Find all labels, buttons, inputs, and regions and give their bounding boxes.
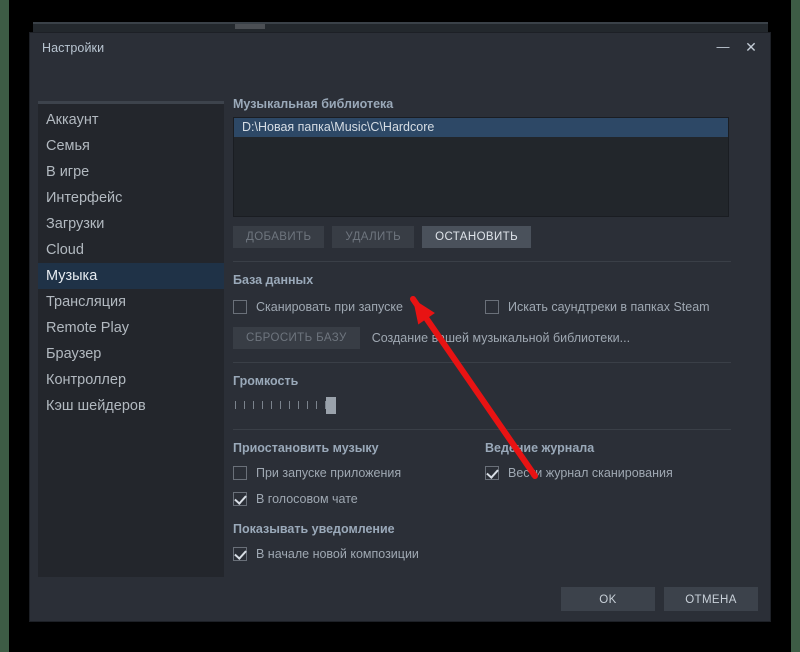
logging-section: Ведение журнала Вести журнал сканировани… bbox=[485, 441, 731, 511]
sidebar-item-в-игре[interactable]: В игре bbox=[38, 159, 224, 185]
checkbox-label: В голосовом чате bbox=[256, 492, 358, 506]
checkbox-box[interactable] bbox=[485, 466, 499, 480]
volume-slider-thumb[interactable] bbox=[326, 397, 336, 414]
background-window-tab bbox=[235, 24, 265, 29]
music-library-button-row: ДОБАВИТЬ УДАЛИТЬ ОСТАНОВИТЬ bbox=[233, 226, 762, 248]
checkbox-label: Искать саундтреки в папках Steam bbox=[508, 300, 710, 314]
checkbox-box[interactable] bbox=[233, 300, 247, 314]
database-reset-row: СБРОСИТЬ БАЗУ Создание вашей музыкальной… bbox=[233, 327, 762, 349]
sidebar-item-кэш-шейдеров[interactable]: Кэш шейдеров bbox=[38, 393, 224, 419]
database-col-left: Сканировать при запуске bbox=[233, 293, 485, 319]
dialog-footer: OK ОТМЕНА bbox=[30, 577, 770, 621]
cancel-button[interactable]: ОТМЕНА bbox=[664, 587, 758, 611]
music-library-path-row[interactable]: D:\Новая папка\Music\C\Hardcore bbox=[234, 118, 728, 137]
dialog-body: Аккаунт Семья В игре Интерфейс Загрузки Cloud… bbox=[30, 65, 770, 621]
checkbox-box[interactable] bbox=[233, 492, 247, 506]
divider-2 bbox=[233, 362, 731, 363]
database-section: База данных Сканировать при запуске Иска… bbox=[233, 273, 762, 349]
database-status-text: Создание вашей музыкальной библиотеки... bbox=[371, 331, 631, 345]
sidebar-item-cloud[interactable]: Cloud bbox=[38, 237, 224, 263]
logging-heading: Ведение журнала bbox=[485, 441, 595, 455]
checkbox-box[interactable] bbox=[233, 466, 247, 480]
checkbox-pause-option[interactable]: В голосовом чате bbox=[233, 487, 485, 511]
pause-music-options: При запуске приложения В голосовом чате bbox=[233, 461, 485, 511]
checkbox-pause-option[interactable]: При запуске приложения bbox=[233, 461, 485, 485]
volume-heading: Громкость bbox=[233, 374, 299, 388]
checkbox-label: При запуске приложения bbox=[256, 466, 402, 480]
music-library-listbox[interactable]: D:\Новая папка\Music\C\Hardcore bbox=[233, 117, 729, 217]
divider-3 bbox=[233, 429, 731, 430]
checkbox-box[interactable] bbox=[233, 547, 247, 561]
checkbox-scan-on-start[interactable]: Сканировать при запуске bbox=[233, 295, 485, 319]
close-icon[interactable]: ✕ bbox=[742, 38, 760, 56]
sidebar-item-музыка[interactable]: Музыка bbox=[38, 263, 224, 289]
music-library-удалить-button[interactable]: УДАЛИТЬ bbox=[332, 226, 415, 248]
logging-options: Вести журнал сканирования bbox=[485, 461, 731, 485]
checkbox-logging-option[interactable]: Вести журнал сканирования bbox=[485, 461, 731, 485]
pause-music-heading: Приостановить музыку bbox=[233, 441, 379, 455]
sidebar-item-контроллер[interactable]: Контроллер bbox=[38, 367, 224, 393]
minimize-icon[interactable]: — bbox=[714, 38, 732, 56]
footer-button-row: OK ОТМЕНА bbox=[561, 587, 758, 611]
sidebar-item-трансляция[interactable]: Трансляция bbox=[38, 289, 224, 315]
volume-tick bbox=[280, 401, 281, 409]
volume-tick bbox=[253, 401, 254, 409]
checkbox-search-steam-folders[interactable]: Искать саундтреки в папках Steam bbox=[485, 295, 731, 319]
music-library-добавить-button[interactable]: ДОБАВИТЬ bbox=[233, 226, 325, 248]
settings-dialog: Настройки — ✕ Аккаунт Семья В игре Интерфей… bbox=[30, 33, 770, 621]
notification-heading: Показывать уведомление bbox=[233, 522, 395, 536]
checkbox-label: Сканировать при запуске bbox=[256, 300, 403, 314]
desktop-edge-strip-left bbox=[0, 0, 9, 652]
desktop-edge-strip-right bbox=[791, 0, 800, 652]
sidebar-item-аккаунт[interactable]: Аккаунт bbox=[38, 107, 224, 133]
volume-tick bbox=[271, 401, 272, 409]
volume-section: Громкость bbox=[233, 374, 762, 416]
music-library-section: Музыкальная библиотека D:\Новая папка\Mu… bbox=[233, 97, 762, 248]
volume-slider-ticks bbox=[235, 401, 326, 409]
reset-database-button[interactable]: СБРОСИТЬ БАЗУ bbox=[233, 327, 360, 349]
volume-tick bbox=[262, 401, 263, 409]
database-col-right: Искать саундтреки в папках Steam bbox=[485, 293, 731, 319]
volume-tick bbox=[316, 401, 317, 409]
sidebar-item-семья[interactable]: Семья bbox=[38, 133, 224, 159]
title-bar: Настройки — ✕ bbox=[30, 33, 770, 65]
music-library-остановить-button[interactable]: ОСТАНОВИТЬ bbox=[422, 226, 532, 248]
ok-button[interactable]: OK bbox=[561, 587, 655, 611]
window-title: Настройки bbox=[42, 41, 105, 55]
database-heading: База данных bbox=[233, 273, 314, 287]
window-controls: — ✕ bbox=[714, 38, 760, 56]
sidebar-item-интерфейс[interactable]: Интерфейс bbox=[38, 185, 224, 211]
checkbox-notification-option[interactable]: В начале новой композиции bbox=[233, 542, 762, 566]
volume-tick bbox=[235, 401, 236, 409]
settings-content-music: Музыкальная библиотека D:\Новая папка\Mu… bbox=[233, 97, 762, 621]
database-checkbox-row: Сканировать при запуске Искать саундтрек… bbox=[233, 293, 762, 319]
checkbox-box[interactable] bbox=[485, 300, 499, 314]
pause-music-section: Приостановить музыку При запуске приложе… bbox=[233, 441, 485, 511]
checkbox-label: Вести журнал сканирования bbox=[508, 466, 673, 480]
notification-section: Показывать уведомление В начале новой ко… bbox=[233, 522, 762, 566]
volume-tick bbox=[307, 401, 308, 409]
volume-tick bbox=[244, 401, 245, 409]
screenshot-root: Настройки — ✕ Аккаунт Семья В игре Интерфей… bbox=[0, 0, 800, 652]
volume-tick bbox=[298, 401, 299, 409]
notification-options: В начале новой композиции bbox=[233, 542, 762, 566]
divider-1 bbox=[233, 261, 731, 262]
sidebar-item-загрузки[interactable]: Загрузки bbox=[38, 211, 224, 237]
music-library-heading: Музыкальная библиотека bbox=[233, 97, 394, 111]
volume-slider[interactable] bbox=[233, 396, 343, 416]
sidebar-item-браузер[interactable]: Браузер bbox=[38, 341, 224, 367]
sidebar-item-list: Аккаунт Семья В игре Интерфейс Загрузки Cloud… bbox=[38, 104, 224, 419]
volume-tick bbox=[289, 401, 290, 409]
settings-sidebar: Аккаунт Семья В игре Интерфейс Загрузки Cloud… bbox=[38, 101, 224, 612]
checkbox-label: В начале новой композиции bbox=[256, 547, 419, 561]
pause-and-logging-row: Приостановить музыку При запуске приложе… bbox=[233, 441, 762, 511]
sidebar-item-remote-play[interactable]: Remote Play bbox=[38, 315, 224, 341]
